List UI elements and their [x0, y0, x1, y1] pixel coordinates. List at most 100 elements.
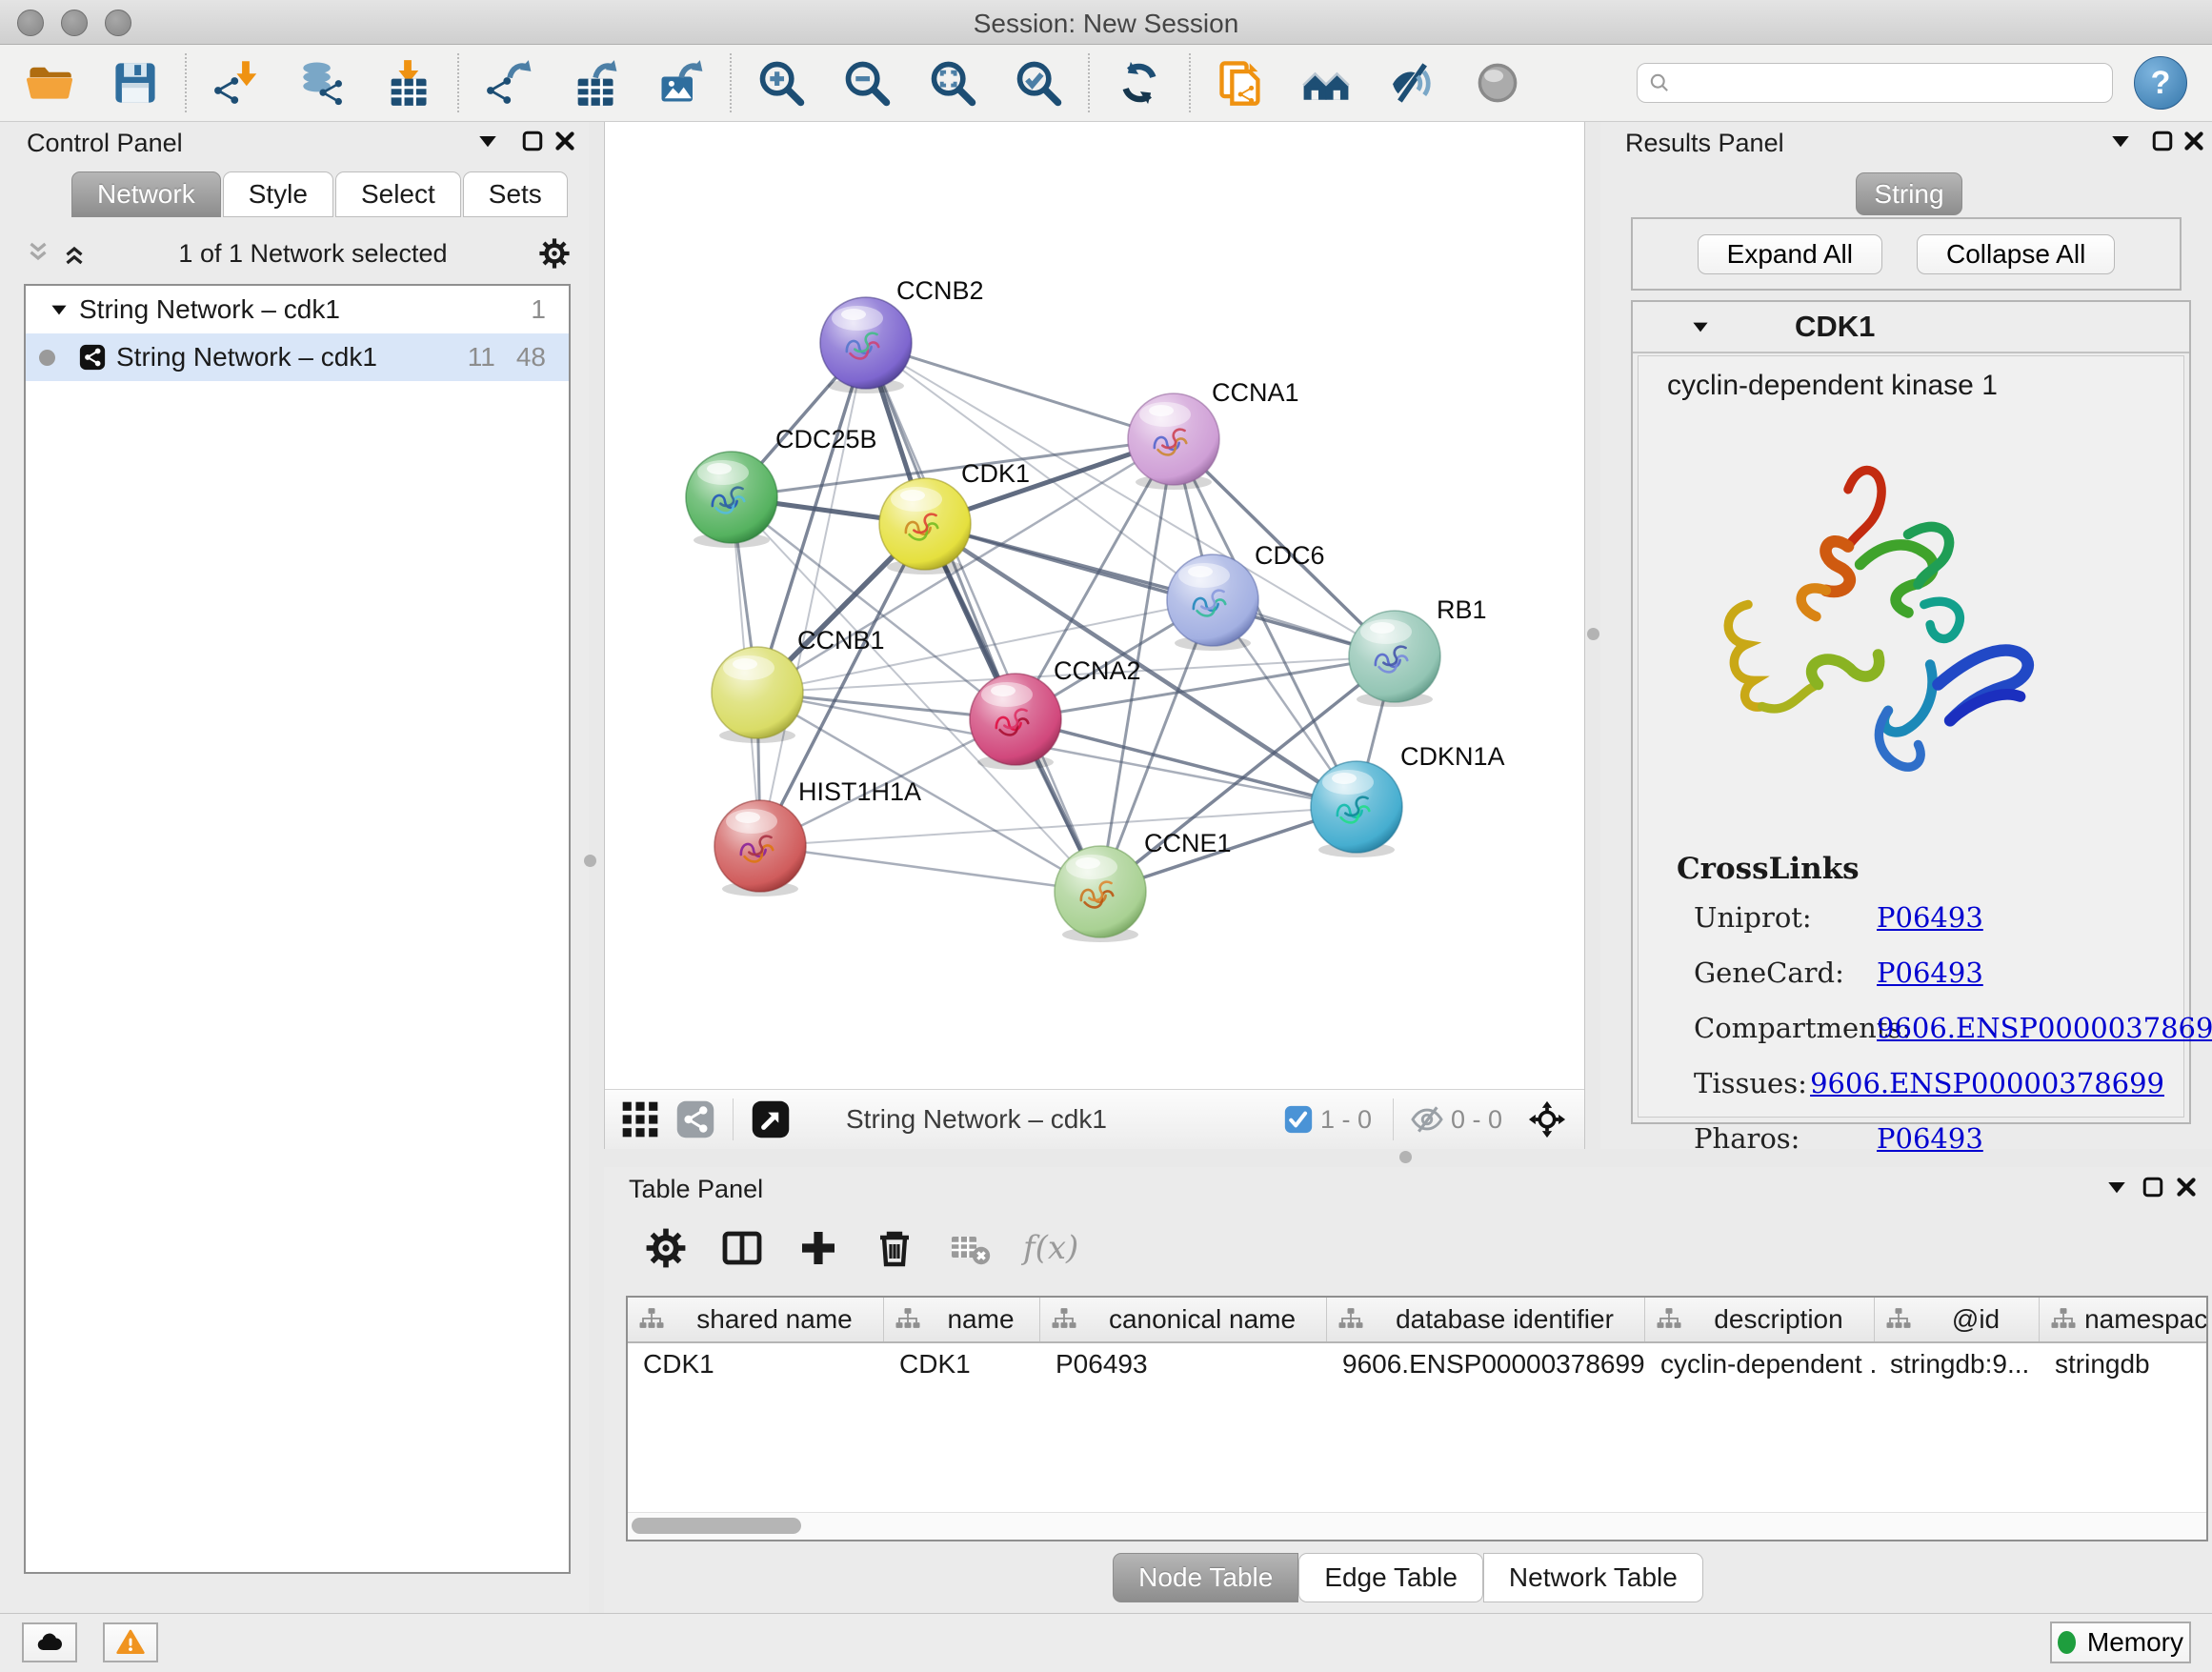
node-CCNB1[interactable] [712, 647, 803, 743]
node-RB1[interactable] [1349, 611, 1440, 707]
toggle-glass-ball-button[interactable] [1471, 56, 1524, 110]
column-header-canonical-name[interactable]: canonical name [1040, 1298, 1327, 1341]
help-button[interactable]: ? [2134, 56, 2187, 110]
import-table-from-file-button[interactable] [381, 56, 434, 110]
tab-sets[interactable]: Sets [463, 171, 568, 217]
show-columns-icon[interactable] [718, 1224, 766, 1272]
column-header--id[interactable]: @id [1875, 1298, 2040, 1341]
tab-network-table[interactable]: Network Table [1483, 1553, 1703, 1602]
string-home-button[interactable] [1299, 56, 1353, 110]
network-options-gear-icon[interactable] [537, 236, 572, 271]
cloud-button[interactable] [22, 1622, 77, 1662]
memory-button[interactable]: Memory [2050, 1622, 2191, 1663]
open-in-browser-icon[interactable] [749, 1098, 793, 1141]
bottom-splitter-handle[interactable] [1399, 1151, 1412, 1163]
table-panel-float-icon[interactable] [2139, 1173, 2167, 1201]
network-tree-collection-row[interactable]: String Network – cdk1 1 [26, 286, 569, 333]
collapse-all-networks-icon[interactable] [24, 239, 52, 268]
export-table-button[interactable] [568, 56, 621, 110]
network-tree-network-row[interactable]: String Network – cdk1 11 48 [26, 333, 569, 381]
expand-all-networks-icon[interactable] [60, 239, 89, 268]
edge-CCNB2-CCNA1[interactable] [866, 343, 1174, 439]
control-panel-close-icon[interactable] [551, 127, 579, 155]
results-panel-float-icon[interactable] [2148, 127, 2177, 155]
node-CDC25B[interactable] [686, 452, 777, 548]
search-input[interactable] [1637, 63, 2113, 103]
delete-column-trash-icon[interactable] [871, 1224, 918, 1272]
control-panel-menu-icon[interactable] [473, 127, 502, 155]
update-network-button[interactable] [1113, 56, 1166, 110]
export-network-button[interactable] [482, 56, 535, 110]
table-panel-menu-icon[interactable] [2102, 1173, 2131, 1201]
column-header-description[interactable]: description [1645, 1298, 1875, 1341]
node-CCNA2[interactable] [970, 674, 1061, 770]
column-header-name[interactable]: name [884, 1298, 1040, 1341]
crosslink-link[interactable]: 9606.ENSP00000378699 [1810, 1067, 2164, 1099]
save-session-button[interactable] [109, 56, 162, 110]
export-image-button[interactable] [654, 56, 707, 110]
birds-eye-grid-icon[interactable] [618, 1098, 662, 1141]
gene-entry-header[interactable]: CDK1 [1633, 302, 2189, 353]
zoom-in-button[interactable] [754, 56, 808, 110]
crosslink-link[interactable]: P06493 [1877, 1122, 1983, 1155]
toggle-enhanced-labels-button[interactable] [1385, 56, 1438, 110]
column-header-shared-name[interactable]: shared name [628, 1298, 884, 1341]
crosslink-link[interactable]: 9606.ENSP00000378699 [1877, 1012, 2212, 1044]
node-CDK1[interactable] [879, 478, 971, 574]
tab-string[interactable]: String [1856, 172, 1962, 215]
table-cell[interactable]: P06493 [1040, 1349, 1327, 1380]
scrollbar-thumb[interactable] [632, 1518, 801, 1534]
results-panel-close-icon[interactable] [2180, 127, 2208, 155]
node-CDC6[interactable] [1167, 554, 1258, 651]
fit-content-button[interactable] [926, 56, 979, 110]
import-network-from-database-button[interactable] [295, 56, 349, 110]
table-cell[interactable]: 9606.ENSP00000378699 [1327, 1349, 1645, 1380]
node-CCNE1[interactable] [1055, 846, 1146, 942]
fit-selected-crosshair-icon[interactable] [1525, 1098, 1569, 1141]
tab-network[interactable]: Network [71, 171, 221, 217]
import-network-from-file-button[interactable] [210, 56, 263, 110]
edge-CCNB2-HIST1H1A[interactable] [760, 343, 866, 846]
node-label-CDC6: CDC6 [1255, 541, 1325, 570]
results-panel-menu-icon[interactable] [2106, 127, 2135, 155]
table-row[interactable]: CDK1CDK1P064939606.ENSP00000378699cyclin… [628, 1343, 2206, 1385]
zoom-selected-button[interactable] [1012, 56, 1065, 110]
node-HIST1H1A[interactable] [714, 800, 806, 896]
selected-nodes-checkbox-icon[interactable] [1282, 1103, 1315, 1136]
table-cell[interactable]: stringdb [2040, 1349, 2208, 1380]
expand-all-button[interactable]: Expand All [1698, 234, 1882, 274]
table-horizontal-scrollbar[interactable] [628, 1512, 2206, 1540]
gene-expander-icon[interactable] [1688, 314, 1713, 339]
collapse-all-button[interactable]: Collapse All [1917, 234, 2115, 274]
hidden-nodes-eye-icon[interactable] [1409, 1101, 1445, 1138]
table-options-gear-icon[interactable] [642, 1224, 690, 1272]
tab-select[interactable]: Select [335, 171, 461, 217]
column-header-database-identifier[interactable]: database identifier [1327, 1298, 1645, 1341]
left-splitter-handle[interactable] [584, 855, 596, 867]
crosslink-link[interactable]: P06493 [1877, 957, 1983, 989]
table-panel-close-icon[interactable] [2172, 1173, 2201, 1201]
add-column-plus-icon[interactable] [794, 1224, 842, 1272]
right-splitter-handle[interactable] [1587, 628, 1599, 640]
table-cell[interactable]: CDK1 [884, 1349, 1040, 1380]
node-CCNA1[interactable] [1128, 393, 1219, 490]
crosslink-link[interactable]: P06493 [1877, 901, 1983, 934]
control-panel-float-icon[interactable] [518, 127, 547, 155]
copy-network-button[interactable] [1214, 56, 1267, 110]
node-CDKN1A[interactable] [1311, 761, 1402, 857]
collection-expander-icon[interactable] [47, 297, 71, 322]
table-cell[interactable]: cyclin-dependent ... [1645, 1349, 1875, 1380]
tab-node-table[interactable]: Node Table [1113, 1553, 1298, 1602]
edge-CDKN1A-HIST1H1A[interactable] [760, 807, 1357, 846]
tab-style[interactable]: Style [223, 171, 333, 217]
warnings-button[interactable] [103, 1622, 158, 1662]
table-cell[interactable]: CDK1 [628, 1349, 884, 1380]
column-header-namespace[interactable]: namespace [2040, 1298, 2208, 1341]
string-style-icon[interactable] [674, 1098, 717, 1141]
tab-edge-table[interactable]: Edge Table [1298, 1553, 1483, 1602]
open-session-button[interactable] [23, 56, 76, 110]
table-cell[interactable]: stringdb:9... [1875, 1349, 2040, 1380]
edge-HIST1H1A-CCNE1[interactable] [760, 846, 1100, 892]
network-canvas[interactable]: CCNB2CCNA1CDC25BCDK1CDC6RB1CCNB1CCNA2CDK… [605, 122, 1584, 1089]
zoom-out-button[interactable] [840, 56, 894, 110]
